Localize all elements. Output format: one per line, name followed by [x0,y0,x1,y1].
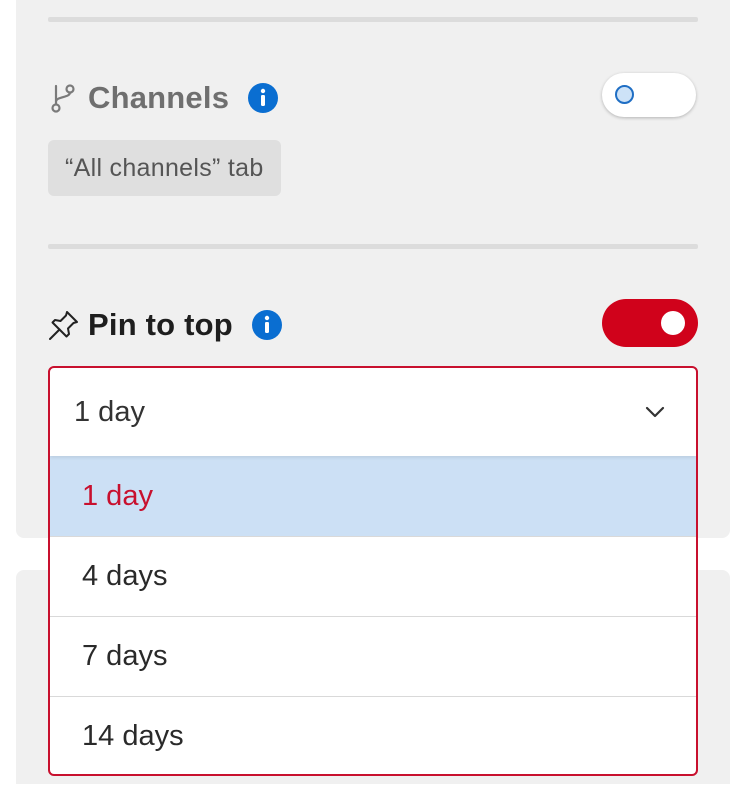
pin-to-top-toggle[interactable] [602,299,698,347]
toggle-knob [661,311,685,335]
dropdown-option-7-days[interactable]: 7 days [50,616,696,696]
dropdown-option-4-days[interactable]: 4 days [50,536,696,616]
selected-value: 1 day [74,395,145,428]
pin-icon [48,309,80,341]
divider [48,244,698,249]
chevron-down-icon [645,406,665,418]
pin-header: Pin to top [48,307,283,343]
all-channels-tab-chip[interactable]: “All channels” tab [48,140,281,196]
toggle-knob [615,85,634,104]
pin-title: Pin to top [88,307,233,342]
duration-dropdown[interactable]: 1 day 1 day 4 days 7 days 14 days [48,366,698,776]
dropdown-trigger[interactable]: 1 day [50,368,696,456]
info-icon[interactable] [247,82,279,114]
branch-icon [48,82,80,114]
channels-header: Channels [48,80,279,116]
dropdown-option-1-day[interactable]: 1 day [50,456,696,536]
info-icon[interactable] [251,309,283,341]
divider [48,17,698,22]
channels-toggle[interactable] [602,73,696,117]
channels-title: Channels [88,80,230,115]
dropdown-option-14-days[interactable]: 14 days [50,696,696,774]
